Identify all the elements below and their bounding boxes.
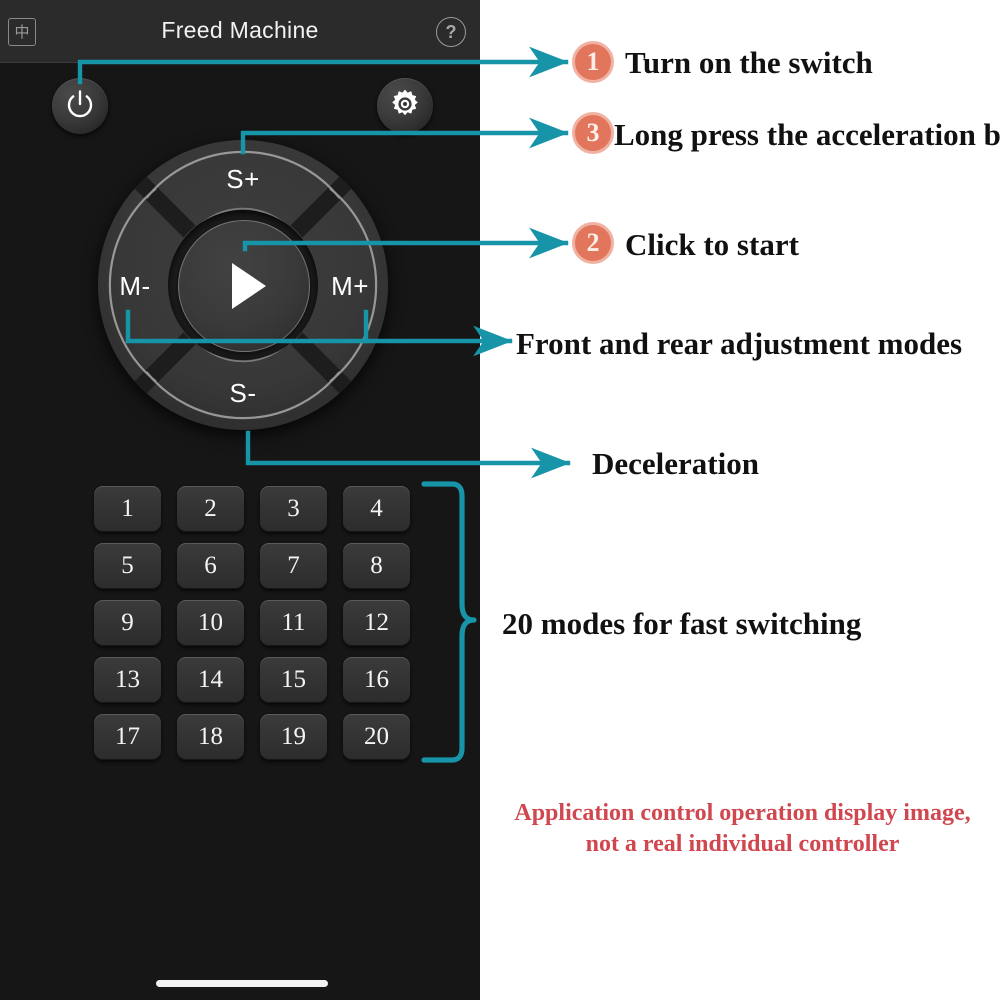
play-button[interactable]: [178, 220, 310, 352]
dpad-speed-down-label[interactable]: S-: [98, 378, 388, 409]
help-icon[interactable]: ?: [436, 17, 466, 47]
callout-front-rear-adjustment: Front and rear adjustment modes: [516, 326, 963, 361]
step-badge-2: 2: [572, 222, 614, 264]
mode-key[interactable]: 14: [177, 657, 244, 703]
mode-key[interactable]: 13: [94, 657, 161, 703]
home-indicator: [156, 980, 328, 987]
callout-turn-on-switch: Turn on the switch: [625, 45, 873, 80]
play-icon: [231, 263, 266, 309]
callout-long-press-acceleration: Long press the acceleration button: [614, 117, 1000, 152]
power-icon: [63, 87, 97, 126]
screenshot-root: 中 Freed Machine ? S+ S- M- M+ 1 2 3 4 5 …: [0, 0, 1000, 1000]
mode-key[interactable]: 17: [94, 714, 161, 760]
phone-app-panel: 中 Freed Machine ? S+ S- M- M+ 1 2 3 4 5 …: [0, 0, 480, 1000]
mode-key[interactable]: 19: [260, 714, 327, 760]
disclaimer-note: Application control operation display im…: [490, 798, 995, 860]
mode-key[interactable]: 9: [94, 600, 161, 646]
mode-key[interactable]: 18: [177, 714, 244, 760]
mode-key[interactable]: 16: [343, 657, 410, 703]
mode-key[interactable]: 20: [343, 714, 410, 760]
mode-key[interactable]: 6: [177, 543, 244, 589]
mode-key[interactable]: 1: [94, 486, 161, 532]
power-button[interactable]: [52, 78, 108, 134]
dpad-mode-prev-label[interactable]: M-: [97, 271, 173, 302]
mode-key[interactable]: 12: [343, 600, 410, 646]
mode-key-grid: 1 2 3 4 5 6 7 8 9 10 11 12 13 14 15 16 17 18 19 20: [94, 486, 410, 760]
step-badge-3: 3: [572, 112, 614, 154]
callout-deceleration: Deceleration: [592, 446, 759, 481]
dpad-mode-next-label[interactable]: M+: [312, 271, 388, 302]
mode-key[interactable]: 4: [343, 486, 410, 532]
disclaimer-line-1: Application control operation display im…: [514, 800, 971, 826]
gear-icon: [388, 87, 422, 126]
page-title: Freed Machine: [161, 17, 319, 43]
mode-key[interactable]: 15: [260, 657, 327, 703]
settings-button[interactable]: [377, 78, 433, 134]
step-badge-1: 1: [572, 41, 614, 83]
disclaimer-line-2: not a real individual controller: [585, 831, 900, 858]
callout-click-to-start: Click to start: [625, 227, 799, 262]
mode-key[interactable]: 8: [343, 543, 410, 589]
mode-key[interactable]: 10: [177, 600, 244, 646]
mode-key[interactable]: 7: [260, 543, 327, 589]
dpad-speed-up-label[interactable]: S+: [98, 164, 388, 195]
mode-key[interactable]: 5: [94, 543, 161, 589]
app-header: 中 Freed Machine ?: [0, 0, 480, 63]
mode-key[interactable]: 11: [260, 600, 327, 646]
mode-key[interactable]: 2: [177, 486, 244, 532]
mode-key[interactable]: 3: [260, 486, 327, 532]
callout-20-modes: 20 modes for fast switching: [502, 606, 862, 641]
directional-control-pad: S+ S- M- M+: [98, 140, 388, 430]
